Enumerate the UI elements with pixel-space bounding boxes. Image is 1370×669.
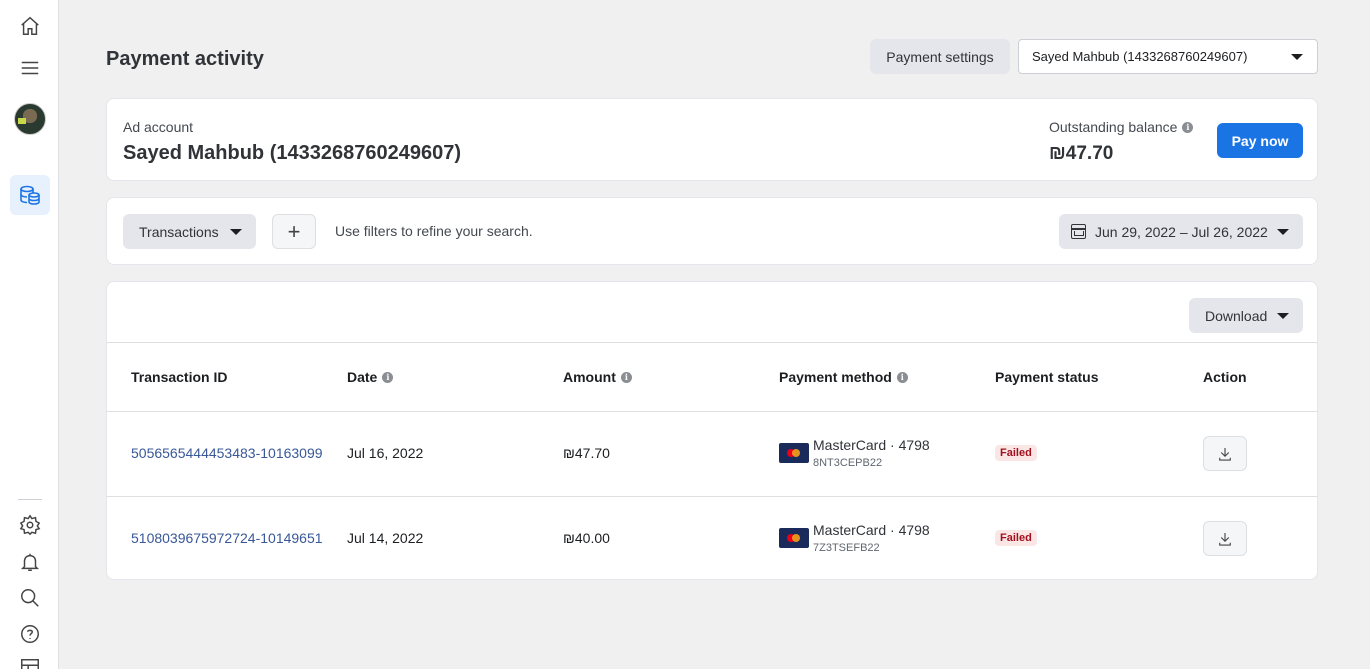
- table-divider: [107, 342, 1317, 343]
- column-header-label: Payment status: [995, 369, 1099, 385]
- chevron-down-icon: [1277, 229, 1289, 235]
- column-header-label: Payment method: [779, 369, 892, 385]
- ad-account-name: Sayed Mahbub (1433268760249607): [123, 142, 461, 164]
- chevron-down-icon: [1277, 313, 1289, 319]
- outstanding-balance-value: ₪47.70: [1049, 143, 1114, 164]
- outstanding-balance-label: Outstanding balance i: [1049, 119, 1194, 135]
- filters-card: Transactions + Use filters to refine you…: [106, 197, 1318, 265]
- settings-icon[interactable]: [14, 509, 46, 541]
- column-header-label: Amount: [563, 369, 616, 385]
- mastercard-icon: [779, 443, 809, 463]
- chevron-down-icon: [1291, 54, 1303, 60]
- table-divider: [107, 411, 1317, 412]
- billing-icon[interactable]: [10, 175, 50, 215]
- menu-icon[interactable]: [14, 52, 46, 84]
- filter-hint: Use filters to refine your search.: [335, 223, 533, 239]
- mastercard-icon: [779, 528, 809, 548]
- help-icon[interactable]: [14, 618, 46, 650]
- avatar[interactable]: [14, 103, 46, 135]
- payment-settings-button[interactable]: Payment settings: [870, 39, 1010, 74]
- transaction-id-link[interactable]: 5108039675972724-10149651: [131, 530, 323, 546]
- date-range-picker[interactable]: Jun 29, 2022 – Jul 26, 2022: [1059, 214, 1303, 249]
- calendar-icon: [1071, 224, 1086, 239]
- transactions-table-card: Download Transaction ID Date i Amount i …: [106, 281, 1318, 580]
- transactions-filter-label: Transactions: [139, 223, 219, 240]
- transaction-id-link[interactable]: 5056565444453483-10163099: [131, 445, 323, 461]
- home-icon[interactable]: [14, 10, 46, 42]
- download-icon: [1219, 532, 1231, 546]
- account-card: Ad account Sayed Mahbub (143326876024960…: [106, 98, 1318, 181]
- table-divider: [107, 496, 1317, 497]
- download-icon: [1219, 447, 1231, 461]
- column-header-action: Action: [1203, 369, 1247, 385]
- status-badge: Failed: [995, 445, 1037, 461]
- column-header-label: Transaction ID: [131, 369, 228, 385]
- column-header-transaction-id[interactable]: Transaction ID: [131, 369, 227, 385]
- pay-now-button[interactable]: Pay now: [1217, 123, 1303, 158]
- info-icon[interactable]: i: [896, 371, 908, 383]
- ad-account-label: Ad account: [123, 119, 194, 135]
- column-header-label: Date: [347, 369, 378, 385]
- page-title: Payment activity: [106, 48, 264, 70]
- reports-icon[interactable]: [14, 652, 46, 669]
- column-header-label: Action: [1203, 369, 1247, 385]
- sidebar-divider: [18, 499, 42, 500]
- add-filter-button[interactable]: +: [272, 214, 316, 249]
- download-button[interactable]: Download: [1189, 298, 1303, 333]
- payment-method-name: MasterCard · 4798: [813, 437, 930, 453]
- account-selector-value: Sayed Mahbub (1433268760249607): [1032, 49, 1248, 64]
- column-header-payment-method[interactable]: Payment method i: [779, 369, 908, 385]
- download-receipt-button[interactable]: [1203, 436, 1247, 471]
- status-badge: Failed: [995, 530, 1037, 546]
- download-label: Download: [1205, 307, 1268, 324]
- account-selector[interactable]: Sayed Mahbub (1433268760249607): [1018, 39, 1318, 74]
- payment-method-code: 7Z3TSEFB22: [813, 542, 880, 554]
- search-icon[interactable]: [14, 582, 46, 614]
- transactions-filter-dropdown[interactable]: Transactions: [123, 214, 256, 249]
- column-header-amount[interactable]: Amount i: [563, 369, 632, 385]
- date-range-value: Jun 29, 2022 – Jul 26, 2022: [1095, 223, 1268, 240]
- info-icon[interactable]: i: [1182, 121, 1194, 133]
- transaction-date: Jul 14, 2022: [347, 530, 424, 546]
- download-receipt-button[interactable]: [1203, 521, 1247, 556]
- transaction-date: Jul 16, 2022: [347, 445, 424, 461]
- bell-icon[interactable]: [14, 546, 46, 578]
- transaction-amount: ₪40.00: [563, 530, 610, 546]
- payment-method-name: MasterCard · 4798: [813, 522, 930, 538]
- column-header-date[interactable]: Date i: [347, 369, 394, 385]
- payment-method-code: 8NT3CEPB22: [813, 457, 883, 469]
- outstanding-balance-text: Outstanding balance: [1049, 119, 1178, 135]
- chevron-down-icon: [230, 229, 242, 235]
- transaction-amount: ₪47.70: [563, 445, 610, 461]
- info-icon[interactable]: i: [620, 371, 632, 383]
- left-sidebar: [0, 0, 59, 669]
- info-icon[interactable]: i: [382, 371, 394, 383]
- column-header-payment-status[interactable]: Payment status: [995, 369, 1098, 385]
